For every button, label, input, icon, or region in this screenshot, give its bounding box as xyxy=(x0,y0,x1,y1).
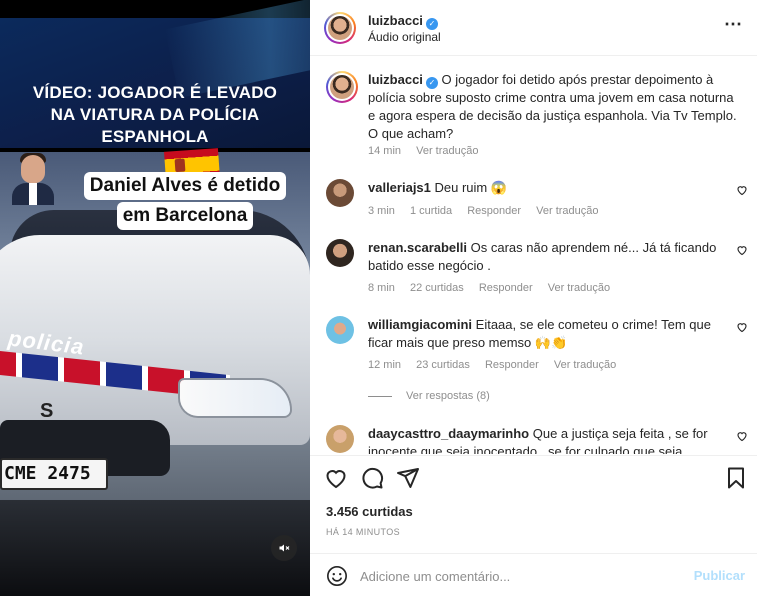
view-replies[interactable]: Ver respostas (8) xyxy=(368,390,502,402)
comment-likes[interactable]: 23 curtidas xyxy=(416,359,470,371)
caption-username[interactable]: luizbacci xyxy=(368,72,423,87)
video-headline: VÍDEO: JOGADOR É LEVADO NA VIATURA DA PO… xyxy=(0,82,310,148)
more-options-icon[interactable]: ⋯ xyxy=(724,14,743,35)
comment-likes[interactable]: 1 curtida xyxy=(410,205,452,217)
translate-link[interactable]: Ver tradução xyxy=(416,145,478,157)
post-header: luizbacci ✓ Áudio original ⋯ xyxy=(310,0,757,56)
avatar[interactable] xyxy=(326,179,354,207)
caption-time[interactable]: 14 min xyxy=(368,145,401,157)
heart-icon[interactable] xyxy=(736,430,748,442)
reply-button[interactable]: Responder xyxy=(467,205,521,217)
view-replies-link[interactable]: Ver respostas (8) xyxy=(406,390,490,402)
comment-time[interactable]: 12 min xyxy=(368,359,401,371)
translate-link[interactable]: Ver tradução xyxy=(548,282,610,294)
car-headlight xyxy=(180,380,290,416)
verified-badge-icon: ✓ xyxy=(425,77,438,89)
comment-username[interactable]: valleriajs1 xyxy=(368,180,431,195)
header-username[interactable]: luizbacci xyxy=(368,13,423,28)
caption-text: O jogador foi detido após prestar depoim… xyxy=(368,72,737,141)
avatar[interactable] xyxy=(326,71,358,103)
comment-meta: 8 min 22 curtidas Responder Ver tradução xyxy=(368,282,622,294)
likes-count[interactable]: 3.456 curtidas xyxy=(326,504,413,519)
muted-speaker-icon xyxy=(279,544,290,552)
license-plate: CME 2475 xyxy=(0,458,108,490)
reel-video[interactable]: VÍDEO: JOGADOR É LEVADO NA VIATURA DA PO… xyxy=(0,0,310,596)
caption-text-block: luizbacci ✓ O jogador foi detido após pre… xyxy=(368,71,738,143)
comment-text-block: williamgiacomini Eitaaa, se ele cometeu … xyxy=(368,316,738,352)
comment-username[interactable]: renan.scarabelli xyxy=(368,240,467,255)
comments-list[interactable]: luizbacci ✓ O jogador foi detido após pre… xyxy=(310,57,757,454)
car-brand-logo: S xyxy=(40,400,54,422)
comment-username[interactable]: williamgiacomini xyxy=(368,317,472,332)
comment-likes[interactable]: 22 curtidas xyxy=(410,282,464,294)
translate-link[interactable]: Ver tradução xyxy=(554,359,616,371)
verified-badge-icon: ✓ xyxy=(425,18,438,30)
car-bumper xyxy=(0,500,310,596)
share-paper-plane-icon[interactable] xyxy=(396,466,420,490)
comment-username[interactable]: daaycasttro_daaymarinho xyxy=(368,426,529,441)
reporter-thumbnail xyxy=(12,153,54,205)
comment-text-block: daaycasttro_daaymarinho Que a justiça se… xyxy=(368,425,738,454)
video-overlay-title: Daniel Alves é detido em Barcelona xyxy=(64,172,306,232)
comment-text-block: valleriajs1 Deu ruim 😱 xyxy=(368,179,738,197)
like-heart-icon[interactable] xyxy=(324,466,348,490)
post-actions: 3.456 curtidas HÁ 14 MINUTOS xyxy=(310,455,757,551)
comment-time[interactable]: 3 min xyxy=(368,205,395,217)
view-replies-line xyxy=(368,395,392,397)
publish-button[interactable]: Publicar xyxy=(694,568,745,583)
caption-meta: 14 min Ver tradução xyxy=(368,145,490,157)
comment-time[interactable]: 8 min xyxy=(368,282,395,294)
reply-button[interactable]: Responder xyxy=(479,282,533,294)
video-headline-line: NA VIATURA DA POLÍCIA xyxy=(50,105,260,124)
comment-meta: 3 min 1 curtida Responder Ver tradução xyxy=(368,205,611,217)
video-headline-line: ESPANHOLA xyxy=(101,127,209,146)
avatar[interactable] xyxy=(326,316,354,344)
mute-toggle-button[interactable] xyxy=(271,535,297,561)
comment-bubble-icon[interactable] xyxy=(360,466,384,490)
overlay-title-line: Daniel Alves é detido xyxy=(83,172,287,200)
heart-icon[interactable] xyxy=(736,184,748,196)
reply-button[interactable]: Responder xyxy=(485,359,539,371)
video-headline-line: VÍDEO: JOGADOR É LEVADO xyxy=(32,83,278,102)
emoji-icon[interactable] xyxy=(326,565,348,587)
heart-icon[interactable] xyxy=(736,321,748,333)
comment-meta: 12 min 23 curtidas Responder Ver traduçã… xyxy=(368,359,628,371)
overlay-title-line: em Barcelona xyxy=(116,202,254,230)
post-timestamp[interactable]: HÁ 14 MINUTOS xyxy=(326,527,400,537)
avatar[interactable] xyxy=(326,239,354,267)
translate-link[interactable]: Ver tradução xyxy=(536,205,598,217)
comment-text: Deu ruim 😱 xyxy=(434,180,508,195)
comment-text-block: renan.scarabelli Os caras não aprendem n… xyxy=(368,239,738,275)
heart-icon[interactable] xyxy=(736,244,748,256)
avatar[interactable] xyxy=(324,12,356,44)
audio-label[interactable]: Áudio original xyxy=(368,30,441,44)
avatar[interactable] xyxy=(326,425,354,453)
comment-input[interactable] xyxy=(360,564,680,588)
bookmark-icon[interactable] xyxy=(724,466,748,490)
comment-composer: Publicar xyxy=(310,553,757,596)
post-sidebar: luizbacci ✓ Áudio original ⋯ luizbacci ✓ O… xyxy=(310,0,757,596)
